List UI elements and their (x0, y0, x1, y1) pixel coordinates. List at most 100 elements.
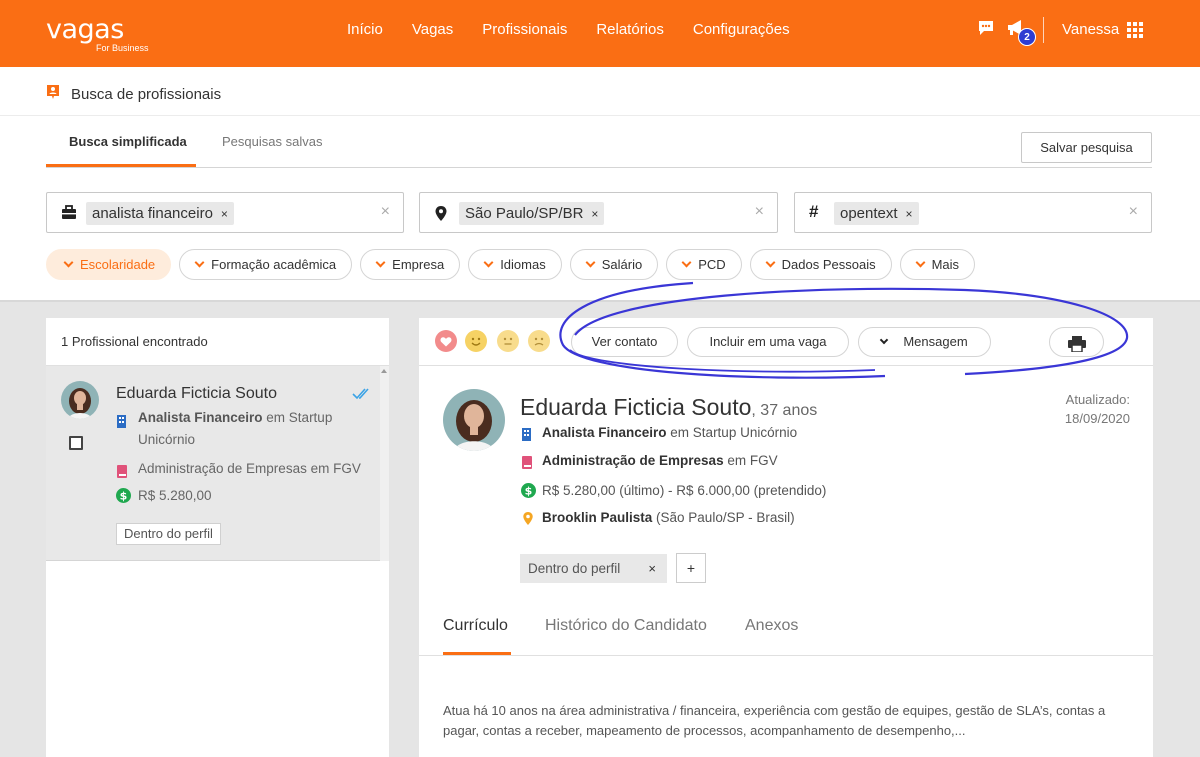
detail-education-course: Administração de Empresas (542, 453, 724, 468)
message-button[interactable]: Mensagem (858, 327, 991, 357)
candidate-age: , 37 anos (751, 402, 818, 419)
happy-face-icon[interactable] (465, 330, 487, 352)
svg-text:$: $ (525, 485, 533, 498)
header-divider (1043, 17, 1044, 43)
book-icon (116, 463, 128, 485)
filter-empresa[interactable]: Empresa (360, 249, 461, 280)
tag-clear-button[interactable]: × (1129, 203, 1138, 221)
neutral-face-icon[interactable] (497, 330, 519, 352)
avatar (61, 381, 99, 419)
scrollbar[interactable] (380, 366, 389, 561)
add-tag-button[interactable]: + (676, 553, 706, 583)
detail-job-title: Analista Financeiro (542, 425, 667, 440)
filter-label: Mais (931, 257, 960, 272)
updated-date: 18/09/2020 (1064, 411, 1130, 426)
save-search-button[interactable]: Salvar pesquisa (1021, 132, 1152, 163)
filter-label: Empresa (392, 257, 445, 272)
chat-icon[interactable] (977, 19, 995, 42)
page-title: Busca de profissionais (71, 86, 222, 103)
filter-escolaridade[interactable]: Escolaridade (46, 249, 172, 280)
chevron-down-icon (880, 335, 889, 345)
location-chip-label: São Paulo/SP/BR (465, 205, 584, 222)
printer-icon (1067, 336, 1086, 355)
filter-salario[interactable]: Salário (569, 249, 659, 280)
search-panel: Busca de profissionais Busca simplificad… (0, 67, 1200, 302)
chevron-down-icon (765, 257, 776, 268)
nav-item-vagas[interactable]: Vagas (412, 21, 453, 38)
nav-item-profissionais[interactable]: Profissionais (482, 21, 567, 38)
education-text: Administração de Empresas em FGV (138, 461, 361, 476)
keyword-chip-remove[interactable]: × (221, 207, 228, 221)
svg-text:$: $ (120, 490, 128, 503)
view-contact-button[interactable]: Ver contato (571, 327, 678, 357)
logo-subtitle: For Business (96, 43, 149, 53)
tab-pesquisas-salvas[interactable]: Pesquisas salvas (222, 134, 322, 149)
scroll-up-icon[interactable] (381, 369, 387, 373)
chevron-down-icon (585, 257, 596, 268)
keyword-clear-button[interactable]: × (381, 203, 390, 221)
filter-pcd[interactable]: PCD (666, 249, 742, 280)
message-label: Mensagem (903, 334, 968, 349)
candidate-full-name: Eduarda Ficticia Souto, 37 anos (520, 394, 817, 421)
detail-location-district: Brooklin Paulista (542, 510, 653, 525)
tab-curriculo[interactable]: Currículo (443, 617, 508, 635)
chevron-down-icon (681, 257, 692, 268)
print-button[interactable] (1049, 327, 1104, 357)
briefcase-icon (61, 205, 77, 225)
nav-item-configuracoes[interactable]: Configurações (693, 21, 790, 38)
location-chip-remove[interactable]: × (591, 207, 598, 221)
filter-bar: Escolaridade Formação acadêmica Empresa … (46, 249, 983, 280)
candidate-job: Analista Financeiro em Startup Unicórnio (116, 407, 376, 453)
notification-count-badge: 2 (1018, 28, 1036, 46)
tab-anexos[interactable]: Anexos (745, 617, 798, 635)
tag-chip-label: opentext (840, 205, 898, 222)
candidate-name[interactable]: Eduarda Ficticia Souto (116, 385, 277, 403)
remove-tag-button[interactable]: × (648, 554, 656, 583)
filter-label: Dados Pessoais (781, 257, 876, 272)
filter-dados-pessoais[interactable]: Dados Pessoais (749, 249, 892, 280)
filter-label: Salário (601, 257, 643, 272)
keyword-chip: analista financeiro × (86, 202, 234, 225)
sad-face-icon[interactable] (528, 330, 550, 352)
tab-historico-do-candidato[interactable]: Histórico do Candidato (545, 617, 707, 635)
location-pin-icon (434, 205, 448, 227)
detail-salary-text: R$ 5.280,00 (último) - R$ 6.000,00 (pret… (542, 483, 827, 498)
profile-tag: Dentro do perfil (116, 523, 221, 545)
detail-tag-label: Dentro do perfil (528, 561, 621, 576)
user-name[interactable]: Vanessa (1062, 21, 1119, 38)
salary-text: R$ 5.280,00 (138, 488, 212, 503)
chevron-down-icon (375, 257, 386, 268)
person-card-icon (46, 84, 60, 105)
location-clear-button[interactable]: × (755, 203, 764, 221)
filter-label: Escolaridade (80, 257, 156, 272)
location-pin-icon (522, 511, 534, 532)
resume-summary: Atua há 10 anos na área administrativa /… (443, 703, 1106, 738)
vagas-logo[interactable]: vagas For Business (46, 16, 149, 53)
nav-item-inicio[interactable]: Início (347, 21, 383, 38)
filter-formacao-academica[interactable]: Formação acadêmica (179, 249, 353, 280)
candidate-detail-panel: Ver contato Incluir em uma vaga Mensagem… (419, 318, 1153, 757)
location-chip: São Paulo/SP/BR × (459, 202, 605, 225)
tab-busca-simplificada[interactable]: Busca simplificada (69, 134, 187, 149)
tag-chip: opentext × (834, 202, 919, 225)
tag-chip-remove[interactable]: × (906, 207, 913, 221)
tag-search-field[interactable]: # opentext × × (794, 192, 1152, 233)
filter-idiomas[interactable]: Idiomas (468, 249, 562, 280)
actions-divider (419, 365, 1153, 366)
location-search-field[interactable]: São Paulo/SP/BR × × (419, 192, 778, 233)
detail-name-text: Eduarda Ficticia Souto (520, 394, 752, 420)
add-to-job-button[interactable]: Incluir em uma vaga (687, 327, 849, 357)
keyword-search-field[interactable]: analista financeiro × × (46, 192, 404, 233)
apps-grid-icon[interactable] (1127, 22, 1143, 38)
nav-item-relatorios[interactable]: Relatórios (596, 21, 664, 38)
filter-mais[interactable]: Mais (899, 249, 976, 280)
detail-job-company: em Startup Unicórnio (666, 425, 798, 440)
candidate-select-checkbox[interactable] (69, 436, 83, 450)
keyword-chip-label: analista financeiro (92, 205, 213, 222)
candidate-card[interactable]: Eduarda Ficticia Souto Analista Financei… (46, 366, 389, 561)
main-nav: Início Vagas Profissionais Relatórios Co… (347, 21, 819, 38)
heart-icon[interactable] (435, 330, 457, 352)
chevron-down-icon (63, 257, 74, 268)
last-updated: Atualizado: 18/09/2020 (1065, 390, 1130, 428)
tabs-divider (419, 655, 1153, 656)
